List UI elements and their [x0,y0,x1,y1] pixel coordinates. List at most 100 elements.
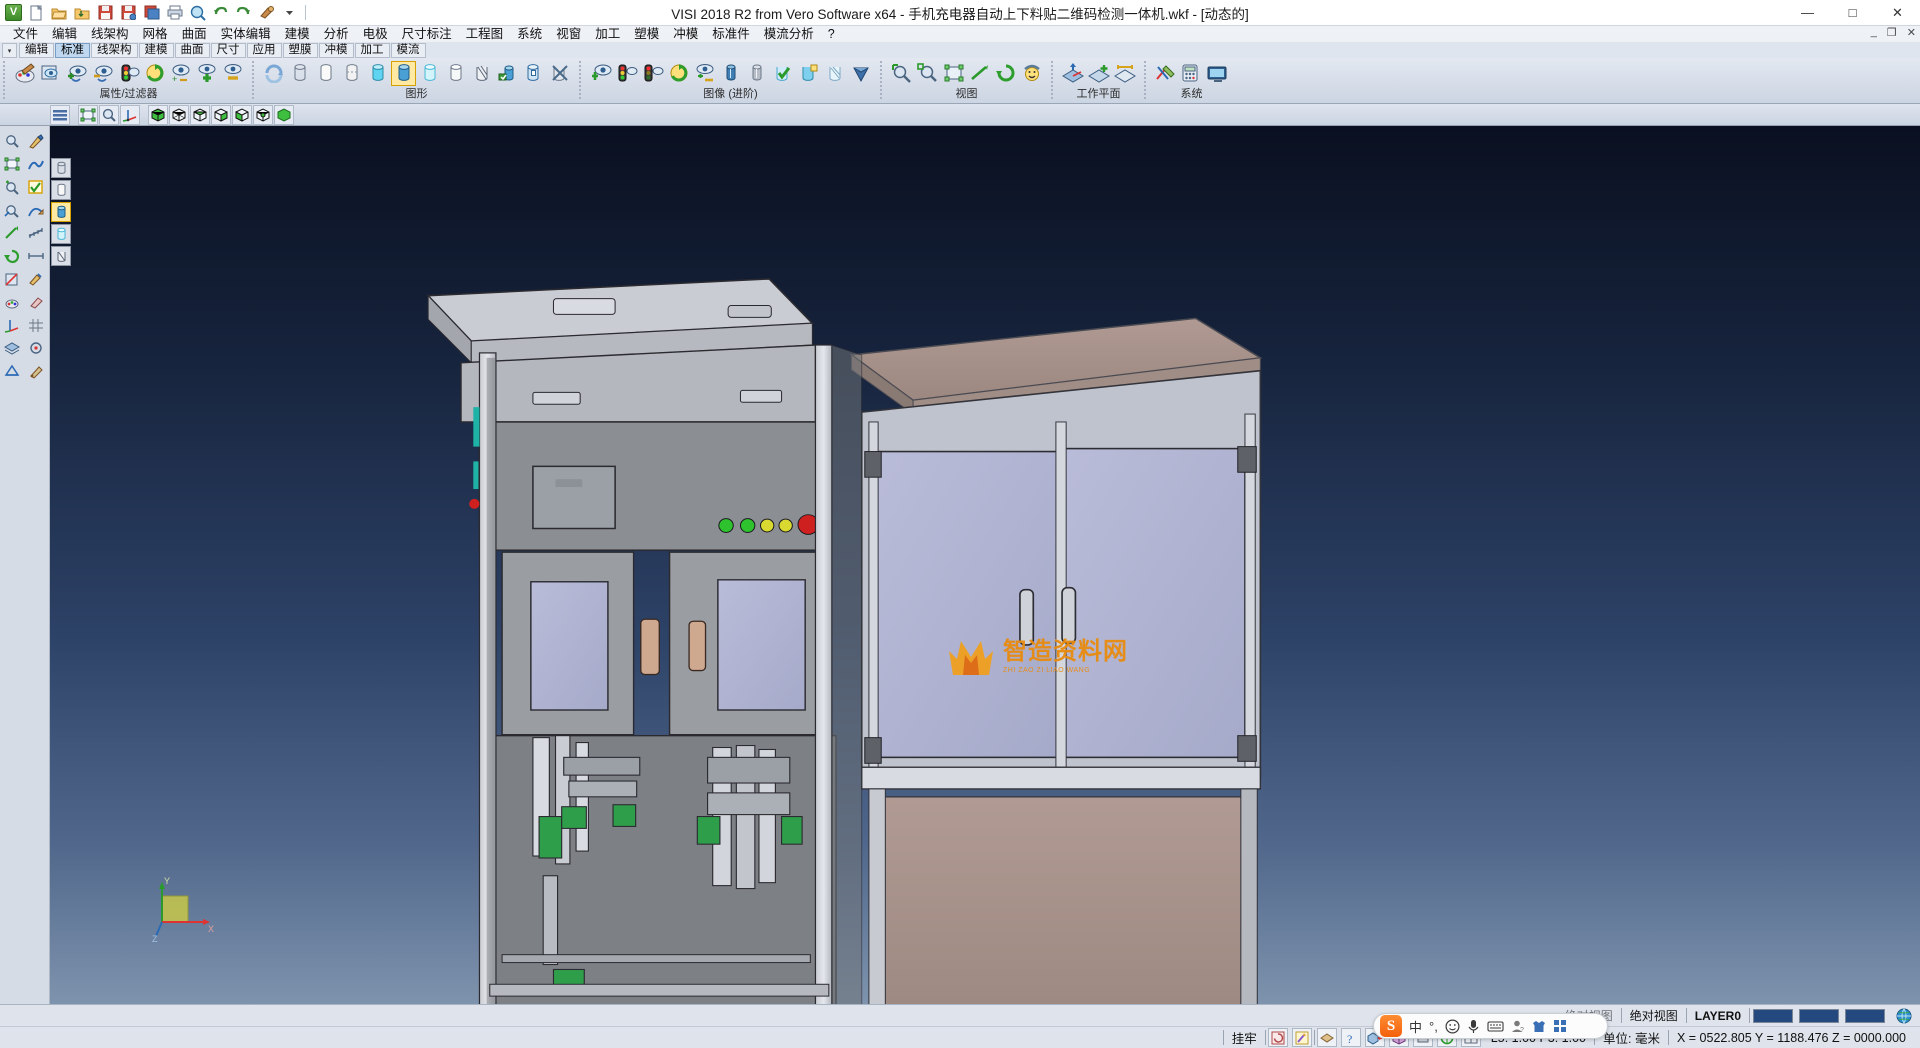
redo-icon[interactable] [233,2,254,23]
menu-item-surface[interactable]: 曲面 [175,26,214,43]
minimize-button[interactable]: — [1785,0,1830,26]
menu-item-machining[interactable]: 加工 [588,26,627,43]
tab-flow[interactable]: 模流 [391,43,426,58]
rotate-icon[interactable] [1,246,23,267]
print-icon[interactable] [164,2,185,23]
highlight-solid-icon[interactable] [796,61,821,86]
view-top-icon[interactable] [190,105,210,125]
shaded-solid-icon[interactable] [391,61,416,86]
apps-icon[interactable] [1553,1019,1567,1033]
render-quality-icon[interactable] [495,61,520,86]
shaded-cyan-icon[interactable] [365,61,390,86]
tab-surface[interactable]: 曲面 [175,43,210,58]
list-view-icon[interactable] [50,105,70,125]
menu-item-mold[interactable]: 塑模 [627,26,666,43]
menu-item-standard-parts[interactable]: 标准件 [705,26,757,43]
shaded-cone-icon[interactable] [848,61,873,86]
close-button[interactable]: ✕ [1875,0,1920,26]
magic-wand-icon[interactable] [1292,1028,1312,1047]
print-preview-icon[interactable] [187,2,208,23]
add-filter-icon[interactable] [194,61,219,86]
swap-visibility-icon[interactable] [666,61,691,86]
import-file-icon[interactable] [72,2,93,23]
ribbon-dropdown-icon[interactable]: ▾ [2,43,17,58]
refresh-view-icon[interactable] [142,61,167,86]
tab-wireframe[interactable]: 线架构 [91,43,138,58]
select-all-icon[interactable] [78,105,98,125]
ime-toolbar[interactable]: S 中 °, ? [1373,1013,1608,1039]
keyboard-icon[interactable] [1487,1020,1504,1033]
snap-mode-label[interactable]: 挂牢 [1224,1027,1265,1048]
customize-dropdown-icon[interactable] [279,2,300,23]
menu-item-wireframe[interactable]: 线架构 [84,26,136,43]
axis-toggle-icon[interactable] [1,315,23,336]
color-chip-1[interactable] [1753,1009,1793,1023]
traffic-light-red-icon[interactable] [640,61,665,86]
measure-icon[interactable] [25,223,47,244]
open-file-icon[interactable] [49,2,70,23]
system-info-icon[interactable] [1205,61,1230,86]
ime-punctuation-toggle[interactable]: °, [1429,1019,1438,1034]
menu-item-press-die[interactable]: 冲模 [666,26,705,43]
menu-item-dimension[interactable]: 尺寸标注 [395,26,459,43]
menu-item-window[interactable]: 视窗 [549,26,588,43]
rotate-snap-icon[interactable] [1268,1028,1288,1047]
globe-icon[interactable] [1888,1005,1920,1026]
edit-pencil-icon[interactable] [25,131,47,152]
zoom-tool-icon[interactable] [99,105,119,125]
tab-standard[interactable]: 标准 [55,43,90,58]
tab-application[interactable]: 应用 [247,43,282,58]
zoom-all-icon[interactable] [915,61,940,86]
wireframe-toggle-icon[interactable] [1,361,23,382]
dimension-icon[interactable] [25,246,47,267]
hidden-line-icon[interactable] [313,61,338,86]
pan-icon[interactable] [967,61,992,86]
annotate-icon[interactable] [25,269,47,290]
hide-entity-icon[interactable] [90,61,115,86]
remove-filter-icon[interactable] [220,61,245,86]
section-icon[interactable] [1,269,23,290]
doc-close-button[interactable]: ✕ [1907,26,1916,39]
solid-grey-icon[interactable] [744,61,769,86]
draw-curve-icon[interactable] [25,154,47,175]
menu-item-system[interactable]: 系统 [510,26,549,43]
grid-snap-icon[interactable] [1317,1028,1337,1047]
save-icon[interactable] [95,2,116,23]
layer-manager-icon[interactable] [116,61,141,86]
skin-icon[interactable] [1532,1019,1546,1033]
texture-icon[interactable] [521,61,546,86]
traffic-light-icon[interactable] [614,61,639,86]
transparent-solid-icon[interactable] [822,61,847,86]
menu-item-electrode[interactable]: 电极 [356,26,395,43]
snap-icon[interactable] [25,338,47,359]
zoom-select-icon[interactable] [1,131,23,152]
axis-icon[interactable] [120,105,140,125]
menu-item-solid-edit[interactable]: 实体编辑 [214,26,278,43]
zoom-window-icon[interactable] [889,61,914,86]
menu-item-analysis[interactable]: 分析 [317,26,356,43]
grid-icon[interactable] [25,315,47,336]
workplane-new-icon[interactable] [1086,61,1111,86]
absolute-view-label[interactable]: 绝对视图 [1622,1005,1686,1026]
properties-icon[interactable] [25,361,47,382]
entity-properties-icon[interactable] [38,61,63,86]
tab-mold-film[interactable]: 塑膜 [283,43,318,58]
layer-icon[interactable] [1,338,23,359]
wireframe-icon[interactable] [287,61,312,86]
view-iso-icon[interactable] [148,105,168,125]
section-view-icon[interactable] [469,61,494,86]
layer-label[interactable]: LAYER0 [1687,1005,1749,1026]
toggle-blank-icon[interactable] [692,61,717,86]
menu-item-drafting[interactable]: 工程图 [459,26,511,43]
undo-icon[interactable] [210,2,231,23]
menu-item-help[interactable]: ? [821,26,842,43]
view-back-icon[interactable] [253,105,273,125]
toggle-visibility-icon[interactable]: + [168,61,193,86]
workplane-xy-icon[interactable] [1060,61,1085,86]
menu-item-flow-analysis[interactable]: 模流分析 [757,26,821,43]
view-shaded-icon[interactable] [274,105,294,125]
ime-mode-label[interactable]: 中 [1409,1017,1422,1036]
tab-press-die[interactable]: 冲模 [319,43,354,58]
fit-view-icon[interactable] [941,61,966,86]
rotate-view-icon[interactable] [993,61,1018,86]
